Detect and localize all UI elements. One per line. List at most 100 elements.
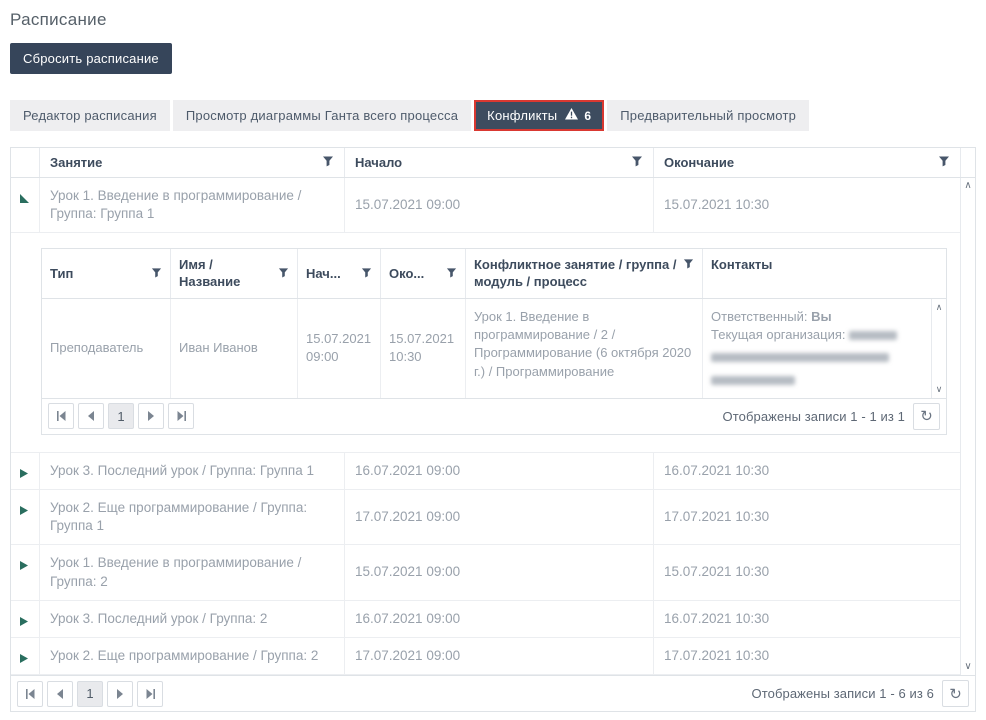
header-expand-column bbox=[11, 148, 39, 177]
main-grid-pager: 1 Отображены записи 1 - 6 из 6 ↻ bbox=[11, 675, 975, 711]
header-end: Окончание bbox=[653, 148, 960, 177]
tab-conflicts[interactable]: Конфликты 6 bbox=[474, 100, 604, 131]
end-cell: 15.07.2021 10:30 bbox=[653, 178, 960, 232]
next-page-button[interactable] bbox=[107, 681, 133, 707]
tab-schedule-editor[interactable]: Редактор расписания bbox=[10, 100, 170, 131]
redacted-text bbox=[711, 353, 889, 362]
expand-row-icon[interactable] bbox=[11, 638, 39, 674]
first-page-button[interactable] bbox=[48, 403, 74, 429]
last-page-button[interactable] bbox=[137, 681, 163, 707]
header-lesson: Занятие bbox=[39, 148, 344, 177]
start-cell: 17.07.2021 09:00 bbox=[344, 490, 653, 544]
conflicts-count-badge: 6 bbox=[584, 109, 591, 123]
page: Расписание Сбросить расписание Редактор … bbox=[0, 0, 986, 720]
header-lesson-label: Занятие bbox=[50, 155, 102, 170]
filter-icon[interactable] bbox=[361, 266, 372, 282]
grid-header: Занятие Начало Окончание bbox=[11, 148, 975, 178]
page-number-button[interactable]: 1 bbox=[108, 403, 134, 429]
last-page-button[interactable] bbox=[168, 403, 194, 429]
prev-page-button[interactable] bbox=[47, 681, 73, 707]
conflict-contacts-cell: Ответственный: Вы Текущая организация: ∧… bbox=[702, 299, 946, 398]
tab-preview[interactable]: Предварительный просмотр bbox=[607, 100, 809, 131]
filter-icon[interactable] bbox=[683, 257, 694, 273]
pager-info: Отображены записи 1 - 6 из 6 bbox=[752, 686, 934, 701]
nested-conflict-grid: Тип Имя / Название Нач... bbox=[41, 248, 947, 434]
filter-icon[interactable] bbox=[938, 155, 950, 170]
tab-gantt-view[interactable]: Просмотр диаграммы Ганта всего процесса bbox=[173, 100, 471, 131]
nested-header-type: Тип bbox=[42, 249, 170, 298]
nested-header-name: Имя / Название bbox=[170, 249, 297, 298]
detail-row: Тип Имя / Название Нач... bbox=[11, 233, 960, 452]
end-cell: 15.07.2021 10:30 bbox=[653, 545, 960, 599]
filter-icon[interactable] bbox=[446, 266, 457, 282]
start-cell: 16.07.2021 09:00 bbox=[344, 601, 653, 637]
lesson-cell: Урок 1. Введение в программирование / Гр… bbox=[39, 178, 344, 232]
grid-vertical-scrollbar[interactable]: ∧ ∨ bbox=[960, 178, 975, 675]
nested-header-start: Нач... bbox=[297, 249, 380, 298]
nested-header-conflict: Конфликтное занятие / группа / модуль / … bbox=[465, 249, 702, 298]
page-title: Расписание bbox=[10, 10, 976, 30]
pager-info: Отображены записи 1 - 1 из 1 bbox=[723, 409, 905, 424]
lesson-cell: Урок 3. Последний урок / Группа: Группа … bbox=[39, 453, 344, 489]
conflict-end-cell: 15.07.2021 10:30 bbox=[380, 299, 465, 398]
filter-icon[interactable] bbox=[151, 266, 162, 282]
scroll-up-icon[interactable]: ∧ bbox=[964, 181, 971, 191]
start-cell: 17.07.2021 09:00 bbox=[344, 638, 653, 674]
start-cell: 16.07.2021 09:00 bbox=[344, 453, 653, 489]
filter-icon[interactable] bbox=[278, 266, 289, 282]
start-cell: 15.07.2021 09:00 bbox=[344, 178, 653, 232]
reset-schedule-button[interactable]: Сбросить расписание bbox=[10, 43, 172, 74]
scroll-down-icon[interactable]: ∨ bbox=[964, 662, 971, 672]
filter-icon[interactable] bbox=[322, 155, 334, 170]
nested-header-contacts: Контакты bbox=[702, 249, 946, 298]
end-cell: 17.07.2021 10:30 bbox=[653, 638, 960, 674]
page-number-button[interactable]: 1 bbox=[77, 681, 103, 707]
organization-label: Текущая организация: bbox=[711, 327, 846, 342]
responsible-value: Вы bbox=[811, 309, 832, 324]
table-row: Урок 1. Введение в программирование / Гр… bbox=[11, 178, 960, 233]
header-start: Начало bbox=[344, 148, 653, 177]
conflict-lesson-cell: Урок 1. Введение в программирование / 2 … bbox=[465, 299, 702, 398]
table-row: Урок 3. Последний урок / Группа: 2 16.07… bbox=[11, 601, 960, 638]
lesson-cell: Урок 2. Еще программирование / Группа: 2 bbox=[39, 638, 344, 674]
table-row: Урок 2. Еще программирование / Группа: Г… bbox=[11, 490, 960, 545]
table-row: Урок 1. Введение в программирование / Гр… bbox=[11, 545, 960, 600]
redacted-text bbox=[849, 331, 897, 340]
lesson-cell: Урок 3. Последний урок / Группа: 2 bbox=[39, 601, 344, 637]
end-cell: 16.07.2021 10:30 bbox=[653, 453, 960, 489]
tabstrip: Редактор расписания Просмотр диаграммы Г… bbox=[10, 100, 976, 131]
lesson-cell: Урок 1. Введение в программирование / Гр… bbox=[39, 545, 344, 599]
prev-page-button[interactable] bbox=[78, 403, 104, 429]
conflicts-grid: Занятие Начало Окончание Урок 1. bbox=[10, 147, 976, 712]
table-row: Урок 3. Последний урок / Группа: Группа … bbox=[11, 453, 960, 490]
expand-row-icon[interactable] bbox=[11, 601, 39, 637]
header-scrollbar-spacer bbox=[960, 148, 975, 177]
nested-grid-pager: 1 Отображены записи 1 - 1 из 1 ↻ bbox=[42, 398, 946, 434]
nested-header-end: Око... bbox=[380, 249, 465, 298]
end-cell: 16.07.2021 10:30 bbox=[653, 601, 960, 637]
refresh-button[interactable]: ↻ bbox=[913, 403, 940, 430]
first-page-button[interactable] bbox=[17, 681, 43, 707]
contacts-cell-scrollbar[interactable]: ∧∨ bbox=[931, 299, 946, 398]
end-cell: 17.07.2021 10:30 bbox=[653, 490, 960, 544]
redacted-text bbox=[711, 376, 795, 385]
responsible-label: Ответственный: bbox=[711, 309, 807, 324]
conflict-type-cell: Преподаватель bbox=[42, 299, 170, 398]
filter-icon[interactable] bbox=[631, 155, 643, 170]
tab-conflicts-label: Конфликты bbox=[487, 108, 557, 123]
refresh-button[interactable]: ↻ bbox=[942, 680, 969, 707]
start-cell: 15.07.2021 09:00 bbox=[344, 545, 653, 599]
header-start-label: Начало bbox=[355, 155, 402, 170]
next-page-button[interactable] bbox=[138, 403, 164, 429]
nested-table-row: Преподаватель Иван Иванов 15.07.2021 09:… bbox=[42, 299, 946, 398]
lesson-cell: Урок 2. Еще программирование / Группа: Г… bbox=[39, 490, 344, 544]
conflict-start-cell: 15.07.2021 09:00 bbox=[297, 299, 380, 398]
expand-row-icon[interactable] bbox=[11, 453, 39, 489]
nested-grid-header: Тип Имя / Название Нач... bbox=[42, 249, 946, 299]
collapse-row-icon[interactable] bbox=[11, 178, 39, 232]
expand-row-icon[interactable] bbox=[11, 545, 39, 599]
conflict-name-cell: Иван Иванов bbox=[170, 299, 297, 398]
expand-row-icon[interactable] bbox=[11, 490, 39, 544]
warning-icon bbox=[565, 108, 578, 123]
header-end-label: Окончание bbox=[664, 155, 734, 170]
